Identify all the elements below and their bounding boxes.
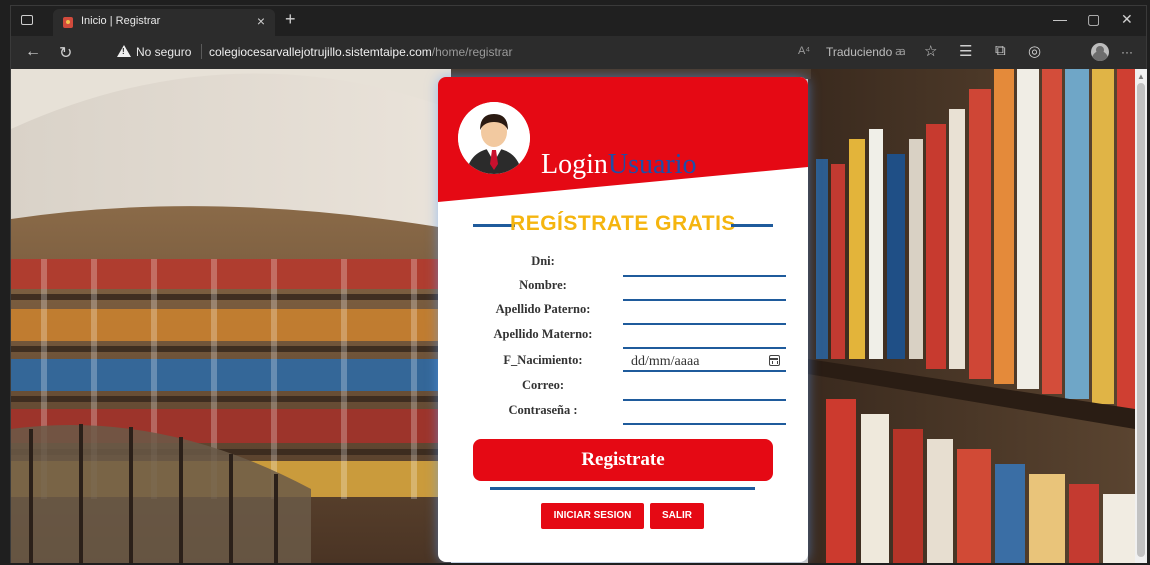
maximize-button[interactable]: ▢ [1087, 11, 1100, 28]
login-title: LoginUsuario [541, 149, 697, 181]
register-heading: REGÍSTRATE GRATIS [473, 212, 773, 236]
apellido-materno-input[interactable] [623, 347, 786, 349]
register-card: LoginUsuario REGÍSTRATE GRATIS Dni: Nomb… [438, 77, 808, 562]
url-field[interactable]: colegiocesarvallejotrujillo.sistemtaipe.… [209, 45, 512, 59]
register-underline [490, 487, 755, 490]
url-path: /home/registrar [431, 45, 513, 59]
warning-icon[interactable] [117, 45, 131, 57]
vertical-scrollbar[interactable]: ▲ [1135, 69, 1147, 563]
favicon-icon [63, 17, 73, 28]
user-avatar-icon [458, 102, 530, 174]
tab-title: Inicio | Registrar [81, 15, 161, 27]
favorites-list-icon[interactable]: ☰ [959, 42, 972, 60]
more-icon[interactable]: ··· [1121, 45, 1133, 59]
minimize-button[interactable]: — [1053, 11, 1067, 27]
url-host: colegiocesarvallejotrujillo.sistemtaipe.… [209, 45, 432, 59]
page-content: LoginUsuario REGÍSTRATE GRATIS Dni: Nomb… [11, 69, 1135, 563]
back-button[interactable]: ← [25, 43, 41, 61]
f-nacimiento-label: F_Nacimiento: [503, 353, 583, 367]
login-button[interactable]: INICIAR SESION [541, 503, 644, 529]
refresh-button[interactable]: ↻ [59, 43, 72, 63]
shield-icon[interactable]: ◎ [1028, 42, 1041, 60]
read-aloud-icon[interactable]: A⁴ [798, 45, 810, 57]
correo-input[interactable] [623, 399, 786, 401]
translate-icon[interactable]: ꜳ [895, 45, 906, 58]
window-menu-icon[interactable] [21, 15, 33, 25]
divider [201, 44, 202, 59]
security-status[interactable]: No seguro [136, 45, 191, 59]
register-heading-text: REGÍSTRATE GRATIS [510, 212, 736, 235]
tab-close-icon[interactable]: × [257, 13, 265, 29]
heading-line-right [731, 224, 773, 227]
favorite-icon[interactable]: ☆ [924, 42, 937, 60]
profile-avatar-icon[interactable] [1091, 43, 1109, 61]
contrasena-input[interactable] [623, 423, 786, 425]
close-window-button[interactable]: ✕ [1121, 11, 1133, 28]
address-bar: ← ↻ No seguro colegiocesarvallejotrujill… [11, 36, 1146, 69]
scroll-up-icon[interactable]: ▲ [1137, 72, 1145, 81]
f-nacimiento-date-input[interactable]: dd/mm/aaaa [623, 350, 786, 372]
apellido-materno-label: Apellido Materno: [493, 327, 593, 341]
translating-status[interactable]: Traduciendo [826, 45, 892, 59]
calendar-icon[interactable] [769, 355, 780, 366]
apellido-paterno-input[interactable] [623, 323, 786, 325]
new-tab-button[interactable]: + [285, 9, 296, 30]
date-placeholder: dd/mm/aaaa [631, 354, 700, 369]
register-button[interactable]: Registrate [473, 439, 773, 481]
tab-bar: Inicio | Registrar × + — ▢ ✕ [11, 6, 1146, 36]
exit-button[interactable]: SALIR [650, 503, 704, 529]
login-title-part1: Login [541, 149, 608, 180]
tab-registrar[interactable]: Inicio | Registrar × [53, 9, 275, 36]
apellido-paterno-label: Apellido Paterno: [495, 302, 591, 316]
nombre-input[interactable] [623, 299, 786, 301]
scroll-thumb[interactable] [1137, 83, 1145, 557]
browser-window: Inicio | Registrar × + — ▢ ✕ ← ↻ No segu… [10, 5, 1147, 563]
correo-label: Correo: [521, 378, 565, 392]
login-title-part2: Usuario [607, 149, 697, 180]
dni-input[interactable] [623, 275, 786, 277]
contrasena-label: Contraseña : [508, 403, 578, 417]
nombre-label: Nombre: [519, 278, 567, 292]
dni-label: Dni: [531, 254, 555, 268]
collections-icon[interactable]: ⧉ [995, 42, 1006, 59]
